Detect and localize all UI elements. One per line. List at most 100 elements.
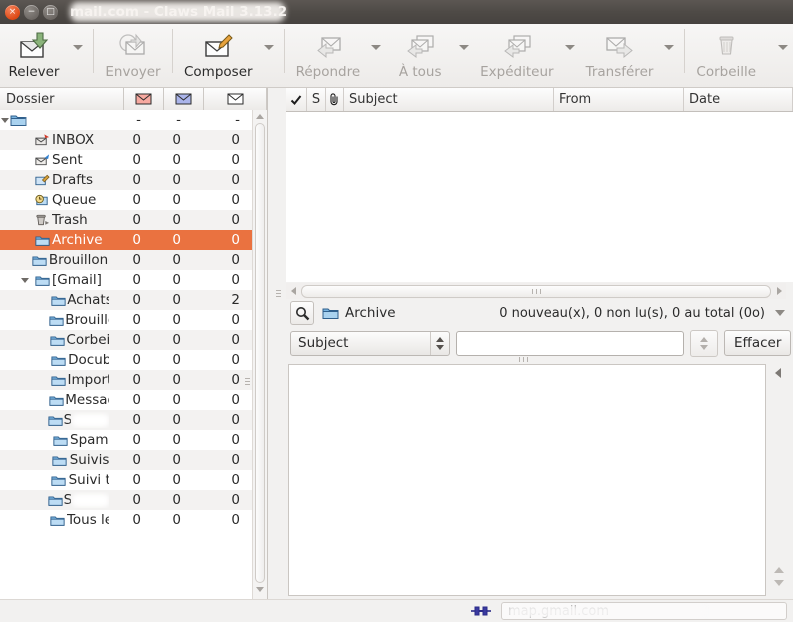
chevron-down-icon — [664, 44, 675, 50]
toolbar-button-trash[interactable]: Corbeille — [690, 27, 762, 80]
search-toggle-button[interactable] — [290, 301, 314, 325]
toolbar-arrow-reply[interactable] — [366, 27, 386, 67]
folder-row[interactable]: Suivi t 0 0 0 — [0, 470, 252, 490]
get-mail-icon — [18, 29, 50, 63]
folder-row-label: Messag — [65, 392, 109, 408]
folder-column-total[interactable] — [204, 88, 267, 110]
toolbar-label-forward: Transférer — [585, 64, 654, 80]
hscrollbar-thumb[interactable] — [301, 284, 771, 298]
folder-row[interactable]: Suivis 0 0 0 — [0, 450, 252, 470]
folder-row[interactable]: Achats 0 0 2 — [0, 290, 252, 310]
folder-row[interactable]: Messag 0 0 0 — [0, 390, 252, 410]
folder-row[interactable]: Sent 0 0 0 — [0, 150, 252, 170]
hscroll-right-button[interactable] — [772, 287, 786, 295]
search-field-spinner[interactable] — [430, 331, 449, 355]
folder-row[interactable]: Corbeil 0 0 0 — [0, 330, 252, 350]
folder-row-name: S — [0, 412, 109, 428]
folder-row[interactable]: Brouillo 0 0 0 — [0, 310, 252, 330]
search-field-select[interactable]: Subject — [290, 330, 450, 356]
folder-row[interactable]: Trash 0 0 0 — [0, 210, 252, 230]
folder-row[interactable]: Spam 0 0 0 — [0, 430, 252, 450]
folder-row[interactable]: S 0 0 0 — [0, 490, 252, 510]
folder-row[interactable]: Tous le 0 0 0 — [0, 510, 252, 530]
message-list-body[interactable] — [286, 112, 793, 262]
folder-row-name: Achats — [0, 292, 109, 308]
folder-row[interactable]: S 0 0 0 — [0, 410, 252, 430]
preview-splitter-grip[interactable] — [519, 357, 528, 362]
folder-row-name: S — [0, 492, 109, 508]
folder-row[interactable]: [Gmail] 0 0 0 — [0, 270, 252, 290]
toolbar-button-reply-all[interactable]: À tous — [386, 27, 454, 80]
toolbar-button-forward[interactable]: Transférer — [580, 27, 660, 80]
horizontal-splitter-grip[interactable] — [276, 290, 281, 297]
folder-row-count-unread: 0 — [172, 472, 181, 488]
folder-row[interactable]: --- — [0, 110, 252, 130]
folder-row-count-new: 0 — [132, 372, 141, 388]
folder-row-name: Brouillons — [0, 252, 109, 268]
clear-search-button[interactable]: Effacer — [724, 330, 792, 356]
scrollbar-thumb[interactable] — [255, 123, 265, 583]
message-column-attachment[interactable] — [326, 88, 344, 111]
search-history-spinner[interactable] — [690, 329, 718, 357]
folder-row[interactable]: INBOX 0 0 0 — [0, 130, 252, 150]
folder-row-label: Suivi t — [68, 472, 109, 488]
scroll-up-button[interactable] — [253, 110, 267, 123]
folder-row-count-new: 0 — [132, 292, 141, 308]
message-column-subject[interactable]: Subject — [344, 88, 554, 111]
connection-indicator[interactable] — [469, 605, 493, 617]
toolbar-button-reply-sender[interactable]: Expéditeur — [474, 27, 559, 80]
toolbar-button-reply[interactable]: Répondre — [290, 27, 367, 80]
message-column-status[interactable]: S — [307, 88, 326, 111]
preview-scroll-buttons[interactable] — [770, 556, 788, 596]
toolbar-arrow-forward[interactable] — [659, 27, 679, 67]
message-column-date[interactable]: Date — [684, 88, 793, 111]
pane-splitter-grip[interactable] — [245, 378, 250, 385]
reply-all-icon — [404, 29, 436, 63]
scroll-down-button[interactable] — [253, 583, 267, 596]
toolbar-arrow-reply-sender[interactable] — [560, 27, 580, 67]
message-preview-pane[interactable] — [288, 364, 766, 596]
twisty-toggle-icon[interactable] — [0, 117, 10, 123]
toolbar-arrow-get-mail[interactable] — [68, 27, 88, 67]
folder-row-count-total: 0 — [231, 372, 240, 388]
main-toolbar: Relever Envoyer Composer Répondre À tous… — [0, 24, 793, 88]
toolbar-arrow-trash[interactable] — [773, 27, 793, 67]
status-dropdown-button[interactable] — [771, 310, 789, 316]
folder-row-count-new: 0 — [132, 252, 141, 268]
chevron-down-icon — [263, 44, 274, 50]
folder-column-unread[interactable] — [164, 88, 204, 110]
folder-list[interactable]: - - - INBOX 0 0 0 Sent 0 0 0 Drafts 0 0 0 Queue 0 0 0 Trash… — [0, 110, 252, 600]
folder-row-count-total: 0 — [231, 132, 240, 148]
folder-row[interactable]: Import 0 0 0 — [0, 370, 252, 390]
message-column-from[interactable]: From — [554, 88, 684, 111]
toolbar-arrow-reply-all[interactable] — [454, 27, 474, 67]
folder-row[interactable]: Archive 0 0 0 — [0, 230, 252, 250]
folder-row[interactable]: Docub 0 0 0 — [0, 350, 252, 370]
twisty-toggle-icon[interactable] — [18, 277, 32, 283]
minimize-button[interactable]: − — [24, 4, 39, 20]
hscroll-left-button[interactable] — [286, 287, 300, 295]
toolbar-button-send[interactable]: Envoyer — [99, 27, 167, 80]
folder-row[interactable]: Queue 0 0 0 — [0, 190, 252, 210]
message-list-hscrollbar[interactable] — [286, 283, 786, 299]
folder-row-count-total: 0 — [231, 412, 240, 428]
toolbar-button-compose[interactable]: Composer — [178, 27, 259, 80]
maximize-button[interactable]: □ — [43, 4, 58, 20]
folder-row[interactable]: Brouillons 0 0 0 — [0, 250, 252, 270]
search-input[interactable] — [456, 330, 684, 356]
folder-column-new[interactable] — [124, 88, 164, 110]
toolbar-arrow-compose[interactable] — [259, 27, 279, 67]
folder-row-name: Spam — [0, 432, 109, 448]
folder-row[interactable]: Drafts 0 0 0 — [0, 170, 252, 190]
folder-row-name: Queue — [0, 192, 109, 208]
message-column-checkmark[interactable] — [286, 88, 307, 111]
close-button[interactable]: × — [5, 4, 20, 20]
preview-collapse-button[interactable] — [772, 366, 784, 380]
folder-column-name[interactable]: Dossier — [0, 88, 124, 110]
toolbar-button-get-mail[interactable]: Relever — [0, 27, 68, 80]
folder-row-label: INBOX — [52, 132, 95, 148]
folder-pane-scrollbar[interactable] — [252, 110, 267, 600]
folder-row-count-total: 0 — [231, 252, 240, 268]
folder-row-count-new: 0 — [132, 412, 141, 428]
chevron-down-icon — [775, 310, 785, 316]
